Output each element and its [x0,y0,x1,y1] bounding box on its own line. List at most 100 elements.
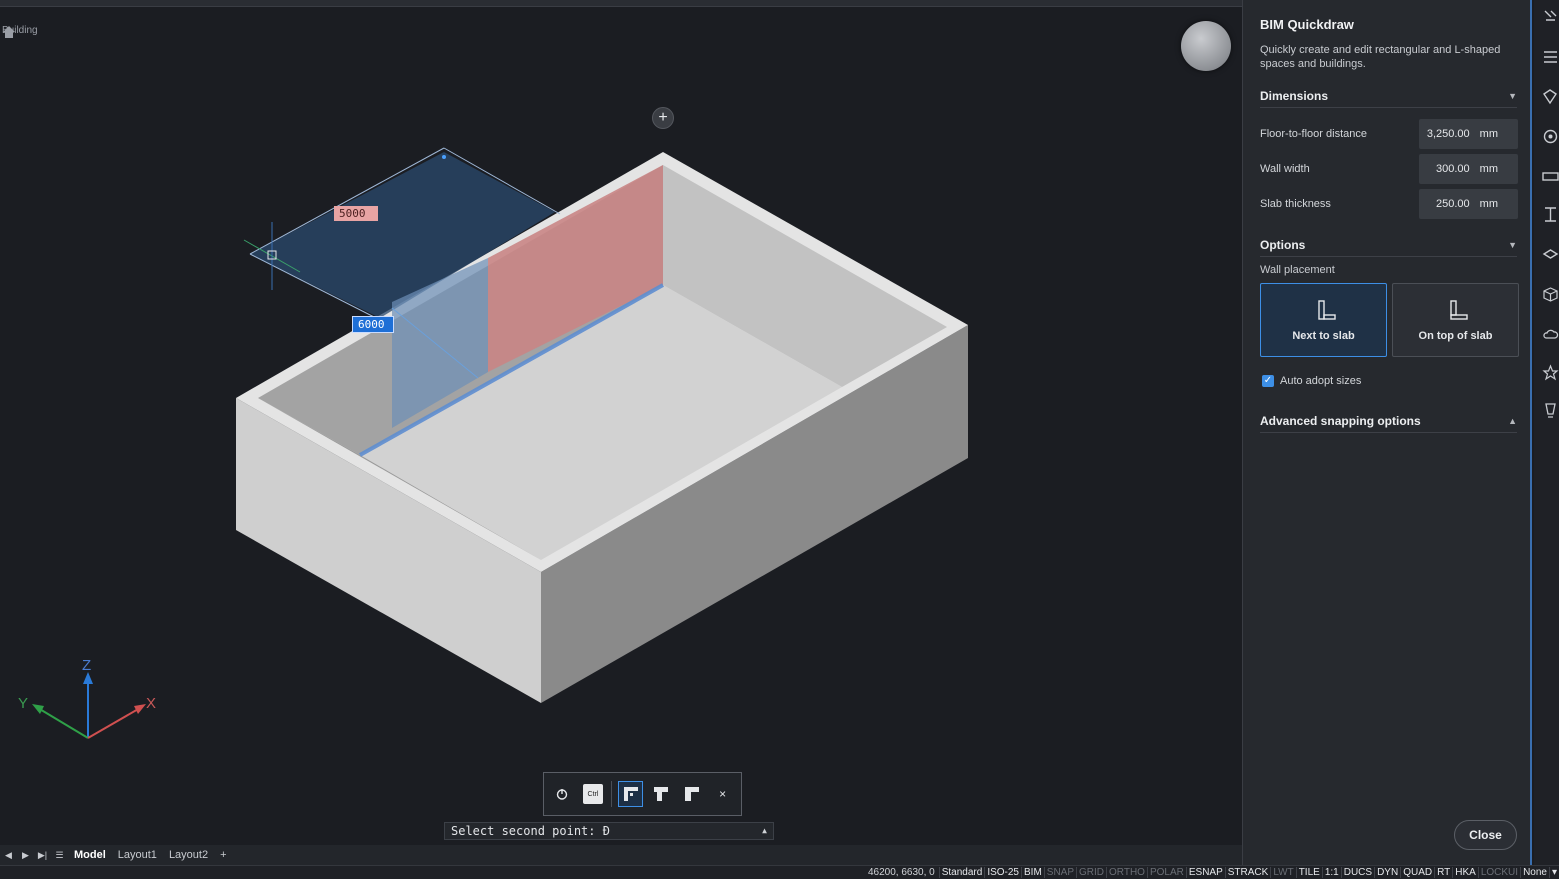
section-advanced-header[interactable]: Advanced snapping options ▲ [1260,409,1517,433]
auto-adopt-checkbox-row[interactable]: ✓ Auto adopt sizes [1262,375,1361,387]
status-item-tile[interactable]: TILE [1295,867,1322,878]
add-layout-button[interactable]: + [214,849,232,861]
coordinate-readout: 46200, 6630, 0 [867,867,935,878]
layout-tab-bar: ◀ ▶ ▶| ☰ Model Layout1 Layout2 + [0,845,1242,865]
shape-rect-icon[interactable] [618,781,644,807]
shape-l-right-icon[interactable] [680,781,705,807]
status-item-snap[interactable]: SNAP [1043,867,1076,878]
field-value: 250.00 [1436,198,1470,210]
beam-icon[interactable] [1542,206,1559,223]
add-plus-icon[interactable]: + [652,107,674,129]
home-icon[interactable] [2,25,16,39]
cube-icon[interactable] [1542,286,1559,303]
auto-adopt-label: Auto adopt sizes [1280,375,1362,387]
grip-point [442,155,446,159]
field-slab-thickness: Slab thickness 250.00 mm [1260,189,1518,219]
field-unit: mm [1479,198,1498,210]
field-label: Wall width [1260,163,1310,175]
wall-placement-label: Wall placement [1260,264,1335,276]
status-item-polar[interactable]: POLAR [1146,867,1186,878]
cloud-icon[interactable] [1542,326,1559,343]
status-item-quad[interactable]: QUAD [1400,867,1434,878]
status-item-ortho[interactable]: ORTHO [1106,867,1147,878]
power-icon[interactable] [550,781,575,807]
panel-description: Quickly create and edit rectangular and … [1260,44,1501,70]
command-history-toggle[interactable]: ▲ [762,824,767,838]
field-label: Floor-to-floor distance [1260,128,1367,140]
status-item-rt[interactable]: RT [1434,867,1452,878]
axis-z-label: Z [82,657,91,674]
wall-on-top-of-slab-icon [1449,300,1468,320]
status-item-lockui[interactable]: LOCKUI [1477,867,1520,878]
app-window: { "breadcrumb": { "label": "Building" },… [0,0,1559,879]
star-icon[interactable] [1542,364,1559,381]
axis-y-line [37,707,89,739]
axis-x-line [87,707,141,739]
status-item-scale[interactable]: 1:1 [1321,867,1341,878]
panel-title: BIM Quickdraw [1260,17,1354,32]
chevron-up-icon[interactable]: ▲ [1508,416,1517,426]
field-unit: mm [1479,163,1498,175]
ctrl-key-label: Ctrl [582,784,603,804]
status-item-iso25[interactable]: ISO-25 [984,867,1021,878]
dimension-input-length[interactable]: 5000 [334,206,378,221]
status-item-strack[interactable]: STRACK [1224,867,1271,878]
tab-model[interactable]: Model [68,849,112,861]
status-item-hka[interactable]: HKA [1452,867,1478,878]
tab-layout2[interactable]: Layout2 [163,849,214,861]
target-icon[interactable] [1542,128,1559,145]
document-tab-strip[interactable] [0,0,1242,7]
section-dimensions-label: Dimensions [1260,88,1329,103]
status-item-none[interactable]: None [1520,867,1549,878]
status-item-bim[interactable]: BIM [1021,867,1044,878]
pin-icon[interactable] [1542,88,1559,105]
command-prompt: Select second point: Ð [451,824,610,838]
layout-list-icon[interactable]: ☰ [51,850,68,861]
shape-l-left-icon[interactable] [649,781,674,807]
nav-last-icon[interactable]: ▶| [34,850,51,861]
section-dimensions-header[interactable]: Dimensions ▼ [1260,84,1517,108]
section-options-header[interactable]: Options ▼ [1260,233,1517,257]
tab-layout1[interactable]: Layout1 [112,849,163,861]
field-label: Slab thickness [1260,198,1331,210]
field-wall-width: Wall width 300.00 mm [1260,154,1518,184]
axis-x-label: X [146,695,156,712]
3d-model-canvas[interactable]: Z Y X [0,7,1242,845]
status-item-ducs[interactable]: DUCS [1340,867,1374,878]
drawing-viewport[interactable]: Z Y X Building + 5000 6000 [0,7,1242,845]
breadcrumb[interactable]: Building [2,25,38,39]
bim-quickdraw-panel: BIM Quickdraw Quickly create and edit re… [1242,0,1532,865]
quickdraw-icon[interactable] [1542,8,1559,25]
status-item-esnap[interactable]: ESNAP [1185,867,1225,878]
status-item-standard[interactable]: Standard [938,867,985,878]
close-icon[interactable]: × [710,781,735,807]
status-item-dyn[interactable]: DYN [1374,867,1400,878]
axis-x-arrow [134,704,146,714]
nav-next-icon[interactable]: ▶ [17,850,34,861]
wall-width-input[interactable]: 300.00 mm [1419,154,1518,184]
on-top-of-slab-button[interactable]: On top of slab [1392,283,1519,357]
chevron-down-icon[interactable]: ▼ [1508,240,1517,250]
properties-icon[interactable] [1542,48,1559,65]
layers-icon[interactable] [1542,246,1559,263]
dimension-input-width[interactable]: 6000 [352,316,394,333]
nav-first-icon[interactable]: ◀ [0,850,17,861]
on-top-of-slab-label: On top of slab [1418,330,1493,342]
next-to-slab-button[interactable]: Next to slab [1260,283,1387,357]
ruler-icon[interactable] [1542,168,1559,185]
ctrl-key-button[interactable]: Ctrl [581,781,606,807]
status-item-lwt[interactable]: LWT [1270,867,1295,878]
section-options-label: Options [1260,237,1306,252]
floor-to-floor-input[interactable]: 3,250.00 mm [1419,119,1518,149]
slab-thickness-input[interactable]: 250.00 mm [1419,189,1518,219]
status-menu-chevron-icon[interactable]: ▾ [1548,867,1559,878]
cup-icon[interactable] [1542,402,1559,419]
checkbox-checked-icon[interactable]: ✓ [1262,375,1274,387]
status-item-grid[interactable]: GRID [1076,867,1106,878]
wall-next-to-slab-icon [1317,300,1336,320]
close-button[interactable]: Close [1454,820,1517,850]
view-navigation-ball[interactable] [1181,21,1231,71]
command-line[interactable]: Select second point: Ð ▲ [444,822,774,840]
chevron-down-icon[interactable]: ▼ [1508,91,1517,101]
axis-y-label: Y [18,695,28,712]
